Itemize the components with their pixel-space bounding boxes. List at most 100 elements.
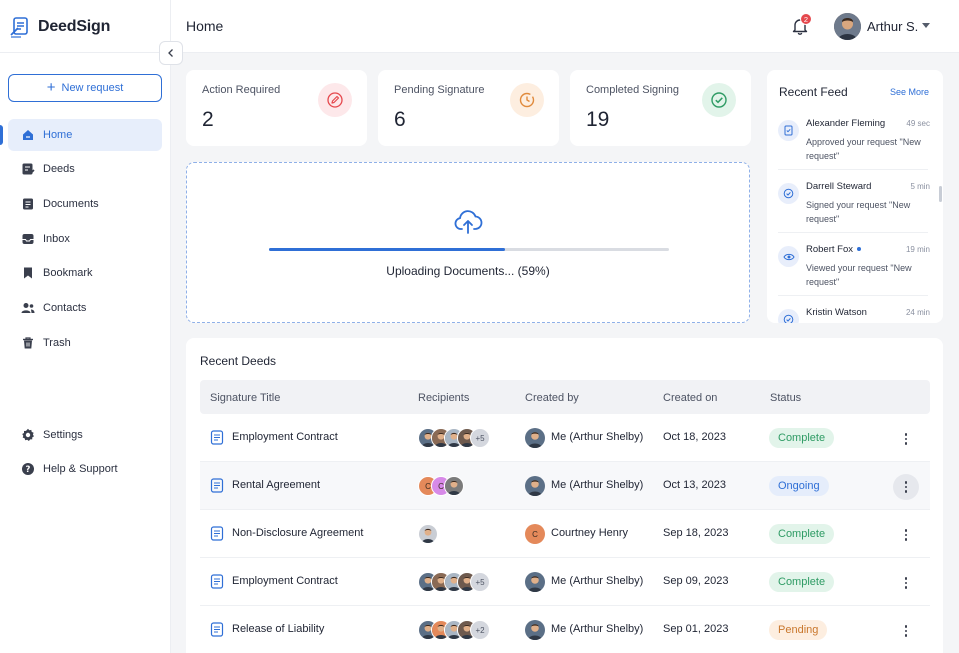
divider xyxy=(0,52,171,53)
stat-card-action-required[interactable]: Action Required 2 xyxy=(186,70,367,146)
table-row[interactable]: Rental Agreement CC Me (Arthur Shelby) O… xyxy=(200,462,930,510)
creator-avatar xyxy=(525,428,545,448)
stat-label: Pending Signature xyxy=(394,84,485,96)
stat-label: Completed Signing xyxy=(586,84,679,96)
upload-dropzone[interactable]: Uploading Documents... (59%) xyxy=(186,162,750,323)
recipient-avatar[interactable] xyxy=(444,476,464,496)
more-options-button[interactable] xyxy=(893,474,919,500)
plus-icon: + xyxy=(46,79,56,96)
table-row[interactable]: Non-Disclosure Agreement C Courtney Henr… xyxy=(200,510,930,558)
sidebar-item-help[interactable]: ? Help & Support xyxy=(8,453,162,485)
feed-description: Signed your request "New request" xyxy=(806,200,911,224)
home-icon xyxy=(21,128,35,142)
recipient-avatar[interactable] xyxy=(418,524,438,544)
table-row[interactable]: Release of Liability +2 Me (Arthur Shelb… xyxy=(200,606,930,653)
chevron-left-icon xyxy=(168,49,173,57)
stat-label: Action Required xyxy=(202,84,281,96)
deed-title[interactable]: Rental Agreement xyxy=(232,479,320,491)
logo-icon xyxy=(10,17,28,38)
column-header[interactable]: Signature Title xyxy=(210,392,280,404)
documents-icon xyxy=(21,197,35,211)
sidebar-item-label: Settings xyxy=(43,429,83,441)
sidebar-item-label: Deeds xyxy=(43,163,75,175)
sidebar-item-contacts[interactable]: Contacts xyxy=(8,292,162,324)
more-options-button[interactable] xyxy=(893,570,919,596)
deed-title[interactable]: Non-Disclosure Agreement xyxy=(232,527,363,539)
sidebar-item-deeds[interactable]: Deeds xyxy=(8,153,162,185)
stat-card-completed-signing[interactable]: Completed Signing 19 xyxy=(570,70,751,146)
table-row[interactable]: Employment Contract +5 Me (Arthur Shelby… xyxy=(200,558,930,606)
avatar[interactable] xyxy=(834,13,861,40)
recent-feed-panel: Recent Feed See More Alexander Fleming 4… xyxy=(767,70,943,323)
deed-title[interactable]: Release of Liability xyxy=(232,623,324,635)
recipients-avatars[interactable]: CC xyxy=(418,476,464,496)
column-header[interactable]: Created on xyxy=(663,392,717,404)
recipients-avatars[interactable] xyxy=(418,524,438,544)
document-icon xyxy=(210,622,224,637)
upload-progress-bar xyxy=(269,248,669,251)
check-circle-icon xyxy=(702,83,736,117)
upload-progress-fill xyxy=(269,248,505,251)
new-request-button[interactable]: + New request xyxy=(8,74,162,102)
status-badge: Ongoing xyxy=(769,476,829,496)
created-by: Courtney Henry xyxy=(551,527,629,539)
sidebar-item-documents[interactable]: Documents xyxy=(8,188,162,220)
app-logo[interactable]: DeedSign xyxy=(9,14,110,40)
kebab-icon xyxy=(904,576,908,590)
more-options-button[interactable] xyxy=(893,426,919,452)
feed-title: Recent Feed xyxy=(779,85,848,99)
eye-icon xyxy=(778,246,799,267)
user-name[interactable]: Arthur S. xyxy=(867,19,918,34)
divider xyxy=(778,169,928,170)
feed-time: 19 min xyxy=(905,245,930,254)
column-header[interactable]: Created by xyxy=(525,392,579,404)
sidebar-item-bookmark[interactable]: Bookmark xyxy=(8,257,162,289)
sidebar-item-label: Home xyxy=(43,129,73,141)
column-header[interactable]: Status xyxy=(770,392,801,404)
sidebar-item-settings[interactable]: Settings xyxy=(8,419,162,451)
recipients-more-count[interactable]: +5 xyxy=(470,428,490,448)
column-header[interactable]: Recipients xyxy=(418,392,469,404)
created-on: Oct 18, 2023 xyxy=(663,431,726,443)
help-icon: ? xyxy=(21,462,35,476)
see-more-link[interactable]: See More xyxy=(890,87,929,97)
chevron-down-icon[interactable] xyxy=(922,23,930,28)
topbar: Home 2 Arthur S. xyxy=(171,0,959,53)
recipients-avatars[interactable]: +2 xyxy=(418,620,490,640)
notification-badge: 2 xyxy=(800,13,812,25)
recent-deeds-panel: Recent Deeds Signature Title Recipients … xyxy=(186,338,943,653)
gear-icon xyxy=(21,428,35,442)
sidebar-item-label: Contacts xyxy=(43,302,87,314)
sidebar-item-home[interactable]: Home xyxy=(0,119,162,151)
unread-dot-icon xyxy=(857,247,861,252)
more-options-button[interactable] xyxy=(893,522,919,548)
collapse-sidebar-button[interactable] xyxy=(159,41,183,65)
feed-scrollbar[interactable] xyxy=(939,186,942,202)
more-options-button[interactable] xyxy=(893,618,919,644)
feed-user-name: Alexander Fleming xyxy=(806,118,886,129)
feed-user-name-text: Robert Fox xyxy=(806,244,853,255)
section-title: Recent Deeds xyxy=(200,354,277,368)
recipients-avatars[interactable]: +5 xyxy=(418,572,490,592)
table-header: Signature Title Recipients Created by Cr… xyxy=(200,380,930,414)
created-on: Sep 18, 2023 xyxy=(663,527,729,539)
sidebar-item-trash[interactable]: Trash xyxy=(8,327,162,359)
recipients-avatars[interactable]: +5 xyxy=(418,428,490,448)
deed-title[interactable]: Employment Contract xyxy=(232,431,338,443)
recipients-more-count[interactable]: +2 xyxy=(470,620,490,640)
table-row[interactable]: Employment Contract +5 Me (Arthur Shelby… xyxy=(200,414,930,462)
check-circle-icon xyxy=(778,309,799,323)
clock-icon xyxy=(510,83,544,117)
recipients-more-count[interactable]: +5 xyxy=(470,572,490,592)
feed-user-name: Kristin Watson xyxy=(806,307,867,318)
creator-avatar xyxy=(525,572,545,592)
sidebar-item-inbox[interactable]: Inbox xyxy=(8,223,162,255)
deed-title[interactable]: Employment Contract xyxy=(232,575,338,587)
stat-card-pending-signature[interactable]: Pending Signature 6 xyxy=(378,70,559,146)
feed-description: Approved your request "New request" xyxy=(806,137,921,161)
sidebar-item-label: Inbox xyxy=(43,233,70,245)
creator-avatar xyxy=(525,476,545,496)
stat-value: 6 xyxy=(394,108,406,131)
sidebar-item-label: Bookmark xyxy=(43,267,93,279)
divider xyxy=(778,295,928,296)
